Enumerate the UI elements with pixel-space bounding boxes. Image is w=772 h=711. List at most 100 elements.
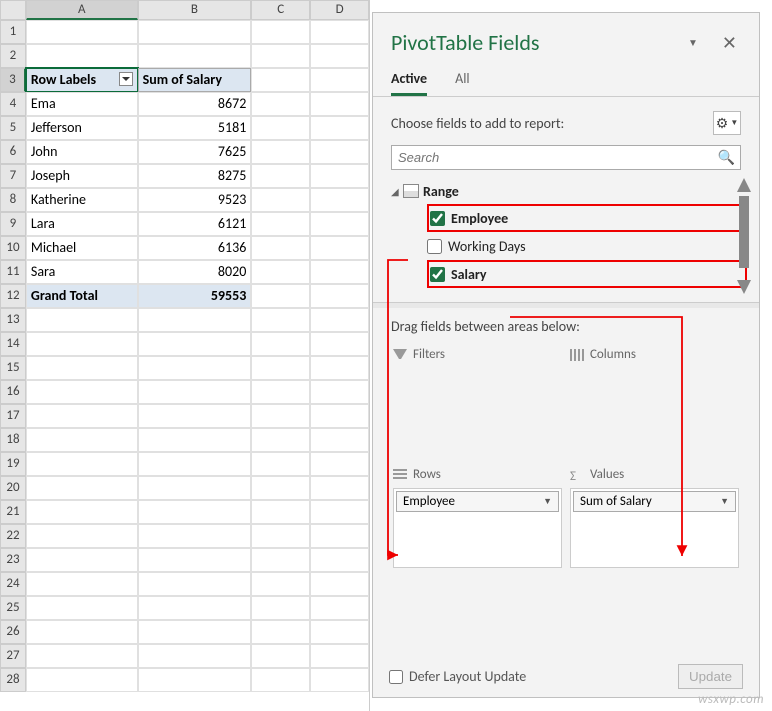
field-checkbox[interactable]	[430, 211, 445, 226]
pill-rows-employee[interactable]: Employee▼	[396, 491, 559, 512]
cell[interactable]	[310, 92, 369, 116]
cell[interactable]	[138, 404, 252, 428]
cell[interactable]	[138, 428, 252, 452]
cell[interactable]	[251, 380, 310, 404]
cell[interactable]: Joseph	[26, 164, 138, 188]
cell[interactable]	[138, 596, 252, 620]
tab-active[interactable]: Active	[391, 64, 427, 96]
cell[interactable]	[310, 476, 369, 500]
cell[interactable]	[138, 620, 252, 644]
cell[interactable]	[138, 308, 252, 332]
col-header-D[interactable]: D	[310, 0, 369, 20]
row-header[interactable]: 2	[0, 44, 26, 68]
cell[interactable]	[251, 476, 310, 500]
area-columns[interactable]: Columns	[566, 341, 743, 461]
cell[interactable]	[26, 380, 138, 404]
cell[interactable]	[310, 332, 369, 356]
cell[interactable]: Jefferson	[26, 116, 138, 140]
row-header[interactable]: 15	[0, 356, 26, 380]
cell[interactable]: Lara	[26, 212, 138, 236]
cell[interactable]	[251, 332, 310, 356]
cell[interactable]	[251, 356, 310, 380]
cell[interactable]	[310, 356, 369, 380]
cell[interactable]: 7625	[138, 140, 252, 164]
cell[interactable]: John	[26, 140, 138, 164]
cell[interactable]	[26, 356, 138, 380]
cell[interactable]: Katherine	[26, 188, 138, 212]
row-header[interactable]: 9	[0, 212, 26, 236]
cell[interactable]	[138, 668, 252, 692]
field-item-employee[interactable]: Employee	[427, 204, 747, 232]
row-header[interactable]: 16	[0, 380, 26, 404]
row-header[interactable]: 28	[0, 668, 26, 692]
field-checkbox[interactable]	[430, 267, 445, 282]
cell[interactable]	[26, 404, 138, 428]
cell[interactable]	[251, 572, 310, 596]
cell[interactable]	[251, 116, 310, 140]
cell[interactable]: 8672	[138, 92, 252, 116]
cell[interactable]	[310, 572, 369, 596]
cell[interactable]	[310, 116, 369, 140]
cell[interactable]	[251, 188, 310, 212]
tab-all[interactable]: All	[455, 64, 470, 96]
pane-menu-caret-icon[interactable]: ▼	[684, 32, 702, 53]
area-values[interactable]: Values Sum of Salary▼	[566, 461, 743, 581]
cell[interactable]	[310, 620, 369, 644]
cell[interactable]: 9523	[138, 188, 252, 212]
cell[interactable]: 8020	[138, 260, 252, 284]
cell[interactable]	[310, 404, 369, 428]
cell[interactable]	[310, 380, 369, 404]
cell[interactable]: 6121	[138, 212, 252, 236]
row-header[interactable]: 26	[0, 620, 26, 644]
cell[interactable]	[26, 524, 138, 548]
row-header[interactable]: 8	[0, 188, 26, 212]
area-filters[interactable]: Filters	[389, 341, 566, 461]
row-header[interactable]: 24	[0, 572, 26, 596]
cell[interactable]	[310, 164, 369, 188]
cell[interactable]	[26, 644, 138, 668]
cell[interactable]	[138, 500, 252, 524]
row-header[interactable]: 4	[0, 92, 26, 116]
cell[interactable]	[251, 620, 310, 644]
cell[interactable]	[26, 476, 138, 500]
cell[interactable]	[138, 452, 252, 476]
cell[interactable]	[251, 428, 310, 452]
cell[interactable]	[251, 404, 310, 428]
row-header[interactable]: 18	[0, 428, 26, 452]
col-header-B[interactable]: B	[138, 0, 252, 20]
cell[interactable]	[26, 572, 138, 596]
filter-dropdown-icon[interactable]	[119, 72, 133, 86]
cell[interactable]	[251, 68, 310, 92]
cell[interactable]	[138, 476, 252, 500]
cell[interactable]	[310, 644, 369, 668]
cell[interactable]: 5181	[138, 116, 252, 140]
col-header-C[interactable]: C	[251, 0, 310, 20]
row-header[interactable]: 27	[0, 644, 26, 668]
row-header[interactable]: 23	[0, 548, 26, 572]
cell[interactable]: Grand Total	[26, 284, 138, 308]
row-header[interactable]: 17	[0, 404, 26, 428]
cell[interactable]	[251, 92, 310, 116]
cell[interactable]	[138, 332, 252, 356]
area-rows[interactable]: Rows Employee▼	[389, 461, 566, 581]
cell[interactable]	[310, 140, 369, 164]
cell[interactable]	[138, 44, 252, 68]
cell[interactable]	[26, 668, 138, 692]
field-item-working-days[interactable]: Working Days	[427, 232, 747, 260]
cell[interactable]	[138, 548, 252, 572]
cell[interactable]	[138, 20, 252, 44]
cell[interactable]	[26, 620, 138, 644]
cell[interactable]	[310, 20, 369, 44]
cell[interactable]	[251, 452, 310, 476]
row-header[interactable]: 22	[0, 524, 26, 548]
cell[interactable]: Sum of Salary	[138, 68, 252, 92]
cell[interactable]	[310, 500, 369, 524]
cell[interactable]	[251, 308, 310, 332]
cell[interactable]	[310, 596, 369, 620]
cell[interactable]	[310, 212, 369, 236]
row-header[interactable]: 20	[0, 476, 26, 500]
cell[interactable]: Row Labels	[26, 68, 138, 92]
row-header[interactable]: 21	[0, 500, 26, 524]
cell[interactable]	[251, 500, 310, 524]
cell[interactable]	[138, 644, 252, 668]
